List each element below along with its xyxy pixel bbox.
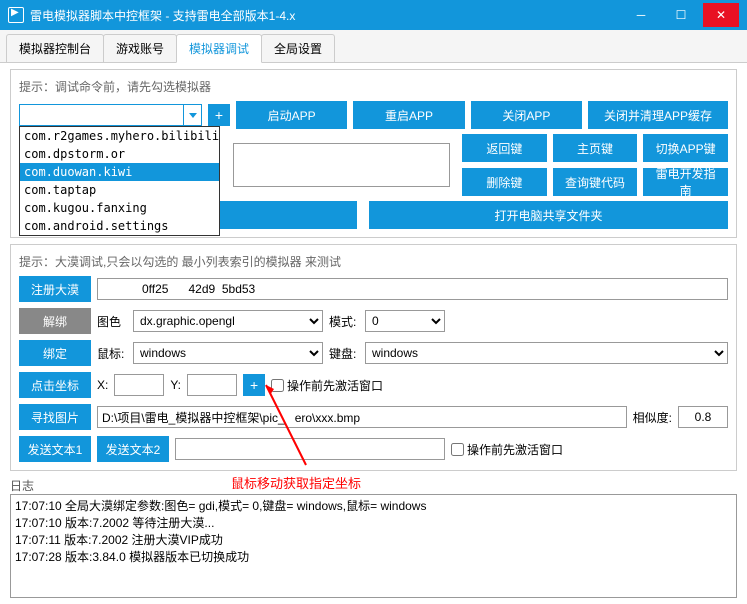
similarity-input[interactable] [678,406,728,428]
image-path-input[interactable] [97,406,627,428]
color-select[interactable]: dx.graphic.opengl [133,310,323,332]
dropdown-item[interactable]: com.taptap [20,181,219,199]
dropdown-item[interactable]: com.r2games.myhero.bilibili [20,127,219,145]
mouse-label: 鼠标: [97,345,127,362]
unbind-button[interactable]: 解绑 [19,308,91,334]
keyboard-select[interactable]: windows [365,342,728,364]
app-icon [8,7,24,23]
dropdown-item[interactable]: com.kugou.fanxing [20,199,219,217]
package-combo: com.r2games.myhero.bilibili com.dpstorm.… [19,104,202,126]
send-text1-button[interactable]: 发送文本1 [19,436,91,462]
log-line: 17:07:11 版本:7.2002 注册大漠VIP成功 [15,531,732,548]
similarity-label: 相似度: [633,409,672,426]
dropdown-item[interactable]: com.android.settings [20,217,219,235]
close-app-button[interactable]: 关闭APP [471,101,582,129]
send-text2-button[interactable]: 发送文本2 [97,436,169,462]
dropdown-item[interactable]: com.dpstorm.or [20,145,219,163]
tab-console[interactable]: 模拟器控制台 [6,34,104,62]
activate-window-checkbox-2[interactable]: 操作前先激活窗口 [451,441,563,458]
maximize-button[interactable]: ☐ [663,3,699,27]
dev-guide-button[interactable]: 雷电开发指南 [643,168,728,196]
panel2-hint: 提示：大漠调试,只会以勾选的 最小列表索引的模拟器 来测试 [19,253,728,270]
close-button[interactable]: ✕ [703,3,739,27]
red-tip-text: 鼠标移动获取指定坐标 [231,473,361,492]
minimize-button[interactable]: ─ [623,3,659,27]
home-key-button[interactable]: 主页键 [553,134,638,162]
dm-debug-panel: 提示：大漠调试,只会以勾选的 最小列表索引的模拟器 来测试 注册大漠 解绑 图色… [10,244,737,471]
click-coord-button[interactable]: 点击坐标 [19,372,91,398]
activate-checkbox-1[interactable] [271,379,284,392]
tab-bar: 模拟器控制台 游戏账号 模拟器调试 全局设置 [0,30,747,63]
chevron-down-icon [189,113,197,118]
tab-accounts[interactable]: 游戏账号 [103,34,177,62]
log-line: 17:07:28 版本:3.84.0 模拟器版本已切换成功 [15,548,732,565]
log-line: 17:07:10 版本:7.2002 等待注册大漠... [15,514,732,531]
y-label: Y: [170,378,181,392]
mode-label: 模式: [329,313,359,330]
x-label: X: [97,378,108,392]
query-keycode-button[interactable]: 查询键代码 [553,168,638,196]
mode-select[interactable]: 0 [365,310,445,332]
panel1-hint: 提示：调试命令前，请先勾选模拟器 [19,78,728,95]
keyboard-label: 键盘: [329,345,359,362]
register-dm-button[interactable]: 注册大漠 [19,276,91,302]
debug-commands-panel: 提示：调试命令前，请先勾选模拟器 com.r2games.myhero.bili… [10,69,737,238]
find-image-button[interactable]: 寻找图片 [19,404,91,430]
titlebar: 雷电模拟器脚本中控框架 - 支持雷电全部版本1-4.x ─ ☐ ✕ [0,0,747,30]
close-clear-button[interactable]: 关闭并清理APP缓存 [588,101,728,129]
log-textarea[interactable]: 17:07:10 全局大漠绑定参数:图色= gdi,模式= 0,键盘= wind… [10,494,737,598]
register-value-input[interactable] [97,278,728,300]
add-package-button[interactable]: + [208,104,230,126]
back-key-button[interactable]: 返回键 [462,134,547,162]
open-share-button[interactable]: 打开电脑共享文件夹 [369,201,728,229]
tab-settings[interactable]: 全局设置 [261,34,335,62]
activate-window-checkbox[interactable]: 操作前先激活窗口 [271,377,383,394]
dropdown-item-selected[interactable]: com.duowan.kiwi [20,163,219,181]
adb-output-box[interactable] [233,143,450,187]
color-label: 图色 [97,313,127,330]
log-title: 日志 [10,477,737,494]
bind-button[interactable]: 绑定 [19,340,91,366]
switch-app-button[interactable]: 切换APP键 [643,134,728,162]
send-text-input[interactable] [175,438,445,460]
x-input[interactable] [114,374,164,396]
y-input[interactable] [187,374,237,396]
activate-checkbox-2[interactable] [451,443,464,456]
log-panel: 日志 17:07:10 全局大漠绑定参数:图色= gdi,模式= 0,键盘= w… [10,477,737,598]
log-line: 17:07:10 全局大漠绑定参数:图色= gdi,模式= 0,键盘= wind… [15,497,732,514]
start-app-button[interactable]: 启动APP [236,101,347,129]
delete-key-button[interactable]: 删除键 [462,168,547,196]
window-title: 雷电模拟器脚本中控框架 - 支持雷电全部版本1-4.x [30,7,623,24]
tab-debug[interactable]: 模拟器调试 [176,34,262,63]
package-dropdown: com.r2games.myhero.bilibili com.dpstorm.… [19,126,220,236]
restart-app-button[interactable]: 重启APP [353,101,464,129]
package-input[interactable] [19,104,184,126]
pick-coord-button[interactable]: + [243,374,265,396]
combo-dropdown-button[interactable] [184,104,202,126]
mouse-select[interactable]: windows [133,342,323,364]
